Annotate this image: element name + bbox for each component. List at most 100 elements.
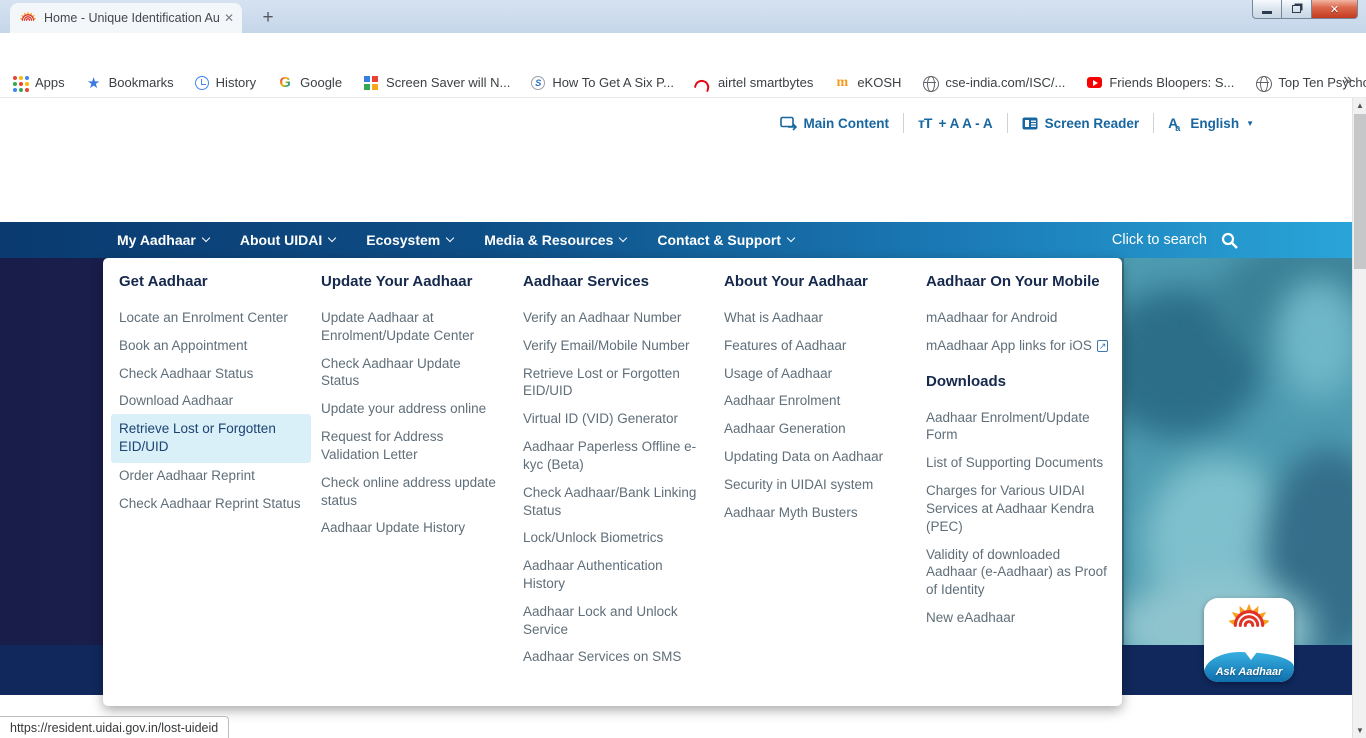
bookmark-label: Screen Saver will N... [386, 75, 510, 90]
bookmark-item[interactable]: Bookmarks [86, 75, 174, 91]
search-trigger[interactable]: Click to search [1112, 222, 1238, 258]
chevron-down-icon [787, 234, 795, 242]
menu-item[interactable]: Features of Aadhaar [716, 335, 912, 358]
ask-aadhaar-widget[interactable]: Ask Aadhaar [1204, 598, 1294, 682]
scrollbar[interactable]: ▲ ▼ [1352, 98, 1366, 738]
tab-close-icon[interactable]: ✕ [224, 12, 234, 24]
nav-item-about-uidai[interactable]: About UIDAI [240, 232, 335, 248]
menu-item[interactable]: Validity of downloaded Aadhaar (e-Aadhaa… [918, 544, 1118, 602]
mega-menu: Get Aadhaar Locate an Enrolment Center Boo… [103, 258, 1122, 706]
site-header: Unique Identification Authority of India… [0, 145, 1366, 222]
menu-column: Get Aadhaar Locate an Enrolment Center Boo… [111, 258, 311, 521]
menu-item[interactable]: Aadhaar Authentication History [515, 555, 707, 596]
font-resize-control[interactable]: тT + A A - A [918, 115, 993, 131]
menu-item[interactable]: Request for Address Validation Letter [313, 426, 509, 467]
menu-item[interactable]: Updating Data on Aadhaar [716, 446, 912, 469]
tab-favicon-aadhaar-icon [20, 11, 36, 26]
close-button[interactable]: ✕ [1312, 0, 1358, 19]
bookmark-item[interactable]: How To Get A Six P... [531, 75, 674, 90]
bookmark-item[interactable]: eKOSH [834, 75, 901, 91]
menu-item[interactable]: New eAadhaar [918, 607, 1118, 630]
menu-item[interactable]: Aadhaar Services on SMS [515, 646, 707, 669]
google-icon [277, 75, 293, 91]
nav-item-label: Ecosystem [366, 232, 440, 248]
menu-item[interactable]: Aadhaar Update History [313, 517, 509, 540]
bookmark-label: How To Get A Six P... [552, 75, 674, 90]
bookmark-item[interactable]: cse-india.com/ISC/... [922, 75, 1065, 91]
main-navbar: My Aadhaar About UIDAI Ecosystem Media & Re… [0, 222, 1366, 258]
scrollbar-thumb[interactable] [1354, 114, 1366, 269]
menu-item[interactable]: What is Aadhaar [716, 307, 912, 330]
status-url: https://resident.uidai.gov.in/lost-uidei… [10, 721, 218, 735]
menu-item[interactable]: Download Aadhaar [111, 390, 311, 413]
menu-item[interactable]: Aadhaar Enrolment/Update Form [918, 407, 1118, 448]
menu-item[interactable]: Charges for Various UIDAI Services at Aa… [918, 480, 1118, 538]
menu-section-title: Get Aadhaar [111, 272, 311, 292]
language-selector[interactable]: Aa English ▼ [1168, 115, 1254, 131]
menu-item[interactable]: Update your address online [313, 398, 509, 421]
minimize-button[interactable] [1252, 0, 1282, 19]
clock-icon [195, 76, 209, 90]
menu-item[interactable]: Check Aadhaar Reprint Status [111, 493, 311, 516]
menu-item[interactable]: Check Aadhaar/Bank Linking Status [515, 482, 707, 523]
bookmark-item[interactable]: Google [277, 75, 342, 91]
nav-item-media-resources[interactable]: Media & Resources [484, 232, 626, 248]
menu-item[interactable]: Aadhaar Generation [716, 418, 912, 441]
language-icon: Aa [1168, 115, 1183, 131]
menu-item[interactable]: Virtual ID (VID) Generator [515, 408, 707, 431]
menu-item[interactable]: Check online address update status [313, 472, 509, 513]
menu-item[interactable]: Security in UIDAI system [716, 474, 912, 497]
nav-item-contact-support[interactable]: Contact & Support [657, 232, 794, 248]
menu-item[interactable]: Retrieve Lost or Forgotten EID/UID [515, 363, 707, 404]
menu-item[interactable]: Book an Appointment [111, 335, 311, 358]
menu-column: About Your Aadhaar What is Aadhaar Feature… [716, 258, 912, 530]
divider [1007, 113, 1008, 133]
menu-section-title: Downloads [918, 372, 1118, 392]
new-tab-button[interactable]: + [255, 7, 281, 31]
browser-tab[interactable]: Home - Unique Identification Aut ✕ [10, 3, 242, 33]
restore-button[interactable] [1282, 0, 1312, 19]
scroll-down-icon[interactable]: ▼ [1353, 723, 1366, 738]
menu-item[interactable]: Usage of Aadhaar [716, 363, 912, 386]
menu-item[interactable]: Lock/Unlock Biometrics [515, 527, 707, 550]
scroll-up-icon[interactable]: ▲ [1353, 98, 1366, 113]
menu-item[interactable]: Aadhaar Paperless Offline e-kyc (Beta) [515, 436, 707, 477]
photo-blob [1274, 278, 1352, 398]
menu-item[interactable]: Aadhaar Myth Busters [716, 502, 912, 525]
menu-item[interactable]: Check Aadhaar Status [111, 363, 311, 386]
external-link-icon [1097, 340, 1109, 352]
bookmark-item[interactable]: Apps [12, 75, 65, 91]
chevron-down-icon: ▼ [1246, 119, 1254, 128]
bookmark-label: Bookmarks [109, 75, 174, 90]
browser-toolbar: ← → ↻ uidai.gov.in ☆ Paused ⋮ [0, 33, 1366, 68]
menu-item[interactable]: Verify Email/Mobile Number [515, 335, 707, 358]
screen-reader-label: Screen Reader [1045, 116, 1140, 131]
airtel-icon [695, 75, 711, 91]
bookmark-item[interactable]: Screen Saver will N... [363, 75, 510, 91]
menu-item[interactable]: List of Supporting Documents [918, 452, 1118, 475]
bookmarks-overflow-icon[interactable]: » [1343, 71, 1352, 89]
menu-item[interactable]: Verify an Aadhaar Number [515, 307, 707, 330]
window-titlebar: Home - Unique Identification Aut ✕ + ✕ [0, 0, 1366, 33]
screen-reader-link[interactable]: Screen Reader [1022, 116, 1140, 131]
menu-section-title: About Your Aadhaar [716, 272, 912, 292]
menu-item[interactable]: mAadhaar App links for iOS [918, 335, 1118, 358]
menu-item[interactable]: Update Aadhaar at Enrolment/Update Cente… [313, 307, 509, 348]
nav-item-my-aadhaar[interactable]: My Aadhaar [117, 232, 209, 248]
bookmarks-list: Apps Bookmarks History Google Screen Saver w… [12, 75, 1366, 91]
menu-item[interactable]: Retrieve Lost or Forgotten EID/UID [111, 414, 311, 463]
bookmark-item[interactable]: airtel smartbytes [695, 75, 813, 91]
star-icon [86, 75, 102, 91]
bookmark-item[interactable]: Friends Bloopers: S... [1086, 75, 1234, 91]
menu-item[interactable]: Locate an Enrolment Center [111, 307, 311, 330]
menu-item[interactable]: Check Aadhaar Update Status [313, 353, 509, 394]
menu-item[interactable]: Aadhaar Lock and Unlock Service [515, 601, 707, 642]
bookmark-item[interactable]: History [195, 75, 256, 90]
nav-item-ecosystem[interactable]: Ecosystem [366, 232, 453, 248]
menu-item[interactable]: mAadhaar for Android [918, 307, 1118, 330]
nav-item-label: Contact & Support [657, 232, 781, 248]
menu-item[interactable]: Aadhaar Enrolment [716, 390, 912, 413]
menu-item[interactable]: Order Aadhaar Reprint [111, 465, 311, 488]
main-content-link[interactable]: Main Content [780, 116, 890, 131]
ask-aadhaar-logo-icon [1228, 603, 1270, 639]
